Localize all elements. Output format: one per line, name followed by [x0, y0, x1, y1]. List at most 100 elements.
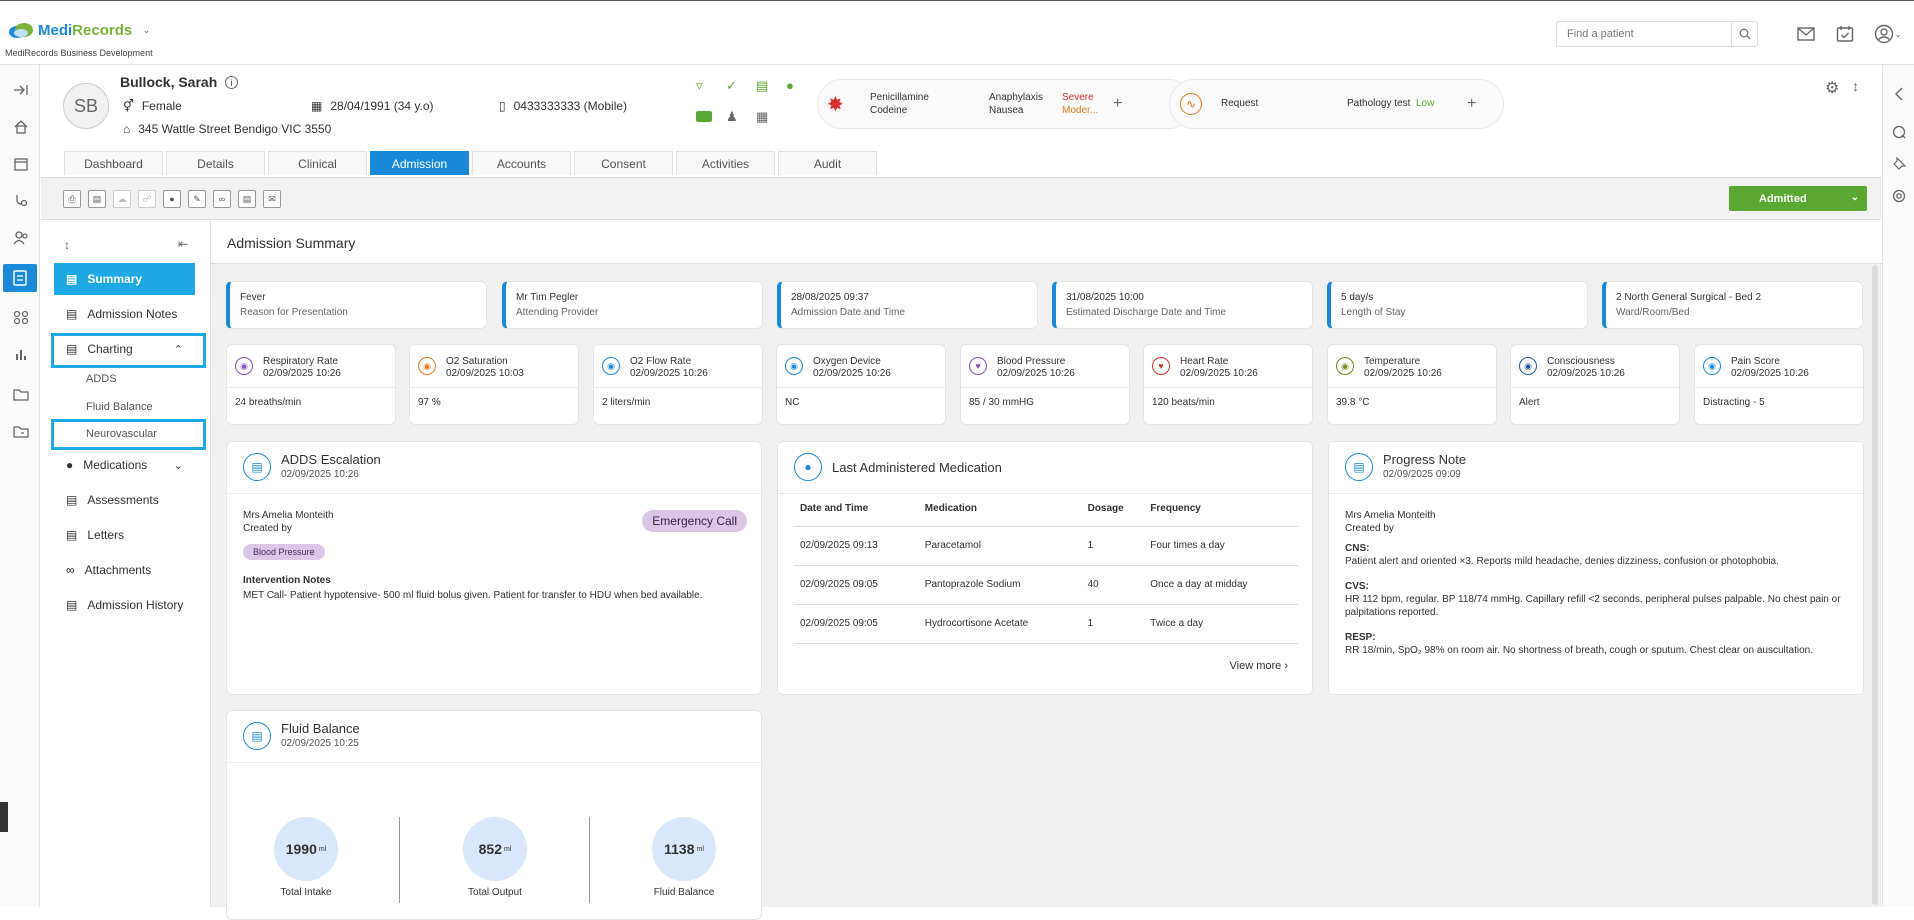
stethoscope-icon[interactable]: [10, 190, 32, 212]
print-icon[interactable]: ⎙: [63, 190, 81, 208]
progress-note-card: ▤ Progress Note 02/09/2025 09:09 Mrs Ameli…: [1328, 441, 1864, 695]
folder-icon[interactable]: [10, 383, 32, 405]
table-header-row: Date and Time Medication Dosage Frequency: [794, 492, 1298, 527]
add-allergy-button[interactable]: +: [1113, 95, 1122, 113]
heart-icon: ♥: [969, 357, 987, 375]
chevron-left-icon[interactable]: [1888, 83, 1910, 105]
fluid-balance-label: Fluid Balance: [653, 887, 715, 898]
cloud-icon[interactable]: ☁: [113, 190, 131, 208]
mail-icon[interactable]: [1795, 23, 1817, 45]
patients-icon[interactable]: [10, 227, 32, 249]
expand-icon[interactable]: [10, 79, 32, 101]
patient-search-input[interactable]: Find a patient: [1556, 21, 1758, 47]
tab-activities[interactable]: Activities: [676, 151, 775, 175]
severity-list: Severe Moder...: [1062, 92, 1099, 116]
chat-icon[interactable]: [1888, 121, 1910, 143]
main-scrollbar[interactable]: [1872, 265, 1878, 905]
edit-icon[interactable]: ✎: [188, 190, 206, 208]
collapse-panel-icon[interactable]: ⇤: [178, 237, 188, 251]
pill-icon[interactable]: ●: [163, 190, 181, 208]
attachment-icon[interactable]: ∞: [213, 190, 231, 208]
calendar-check-icon[interactable]: [1834, 23, 1856, 45]
groups-icon[interactable]: [10, 306, 32, 328]
side-handle[interactable]: [0, 802, 8, 832]
tab-admission[interactable]: Admission: [370, 151, 469, 175]
people-icon[interactable]: ♟: [726, 109, 738, 125]
logo-icon: [9, 23, 33, 38]
reports-icon[interactable]: [10, 343, 32, 365]
at-icon[interactable]: [1888, 185, 1910, 207]
adds-escalation-card: ▤ ADDS Escalation 02/09/2025 10:26 Mrs Ame…: [226, 441, 762, 695]
nav-admission-history[interactable]: ▤ Admission History: [54, 589, 195, 621]
table-row[interactable]: 02/09/2025 09:05 Hydrocortisone Acetate 1 T…: [794, 604, 1298, 644]
app-logo[interactable]: MediRecords ⌄ MediRecords Business Devel…: [5, 21, 153, 59]
nav-fluid-balance[interactable]: Fluid Balance: [86, 401, 153, 413]
pin-icon[interactable]: [1888, 153, 1910, 175]
tab-clinical[interactable]: Clinical: [268, 151, 367, 175]
vital-card[interactable]: ◉ Temperature 02/09/2025 10:26 39.8 °C: [1327, 344, 1497, 425]
clipboard-icon[interactable]: ▤: [756, 78, 768, 94]
collapse-all-icon[interactable]: ↕: [64, 238, 70, 252]
total-intake-value: 1990 ml: [274, 817, 338, 881]
tab-details[interactable]: Details: [166, 151, 265, 175]
allergy-panel[interactable]: ✸ Penicillamine Codeine Anaphylaxis Nausea…: [817, 79, 1194, 129]
settings-icon[interactable]: ⚙: [1825, 78, 1839, 98]
divider: [589, 817, 590, 903]
note-icon: ▤: [1345, 453, 1373, 481]
calendar-icon[interactable]: [10, 153, 32, 175]
summary-icon: ▤: [66, 272, 78, 286]
admission-status-dropdown[interactable]: Admitted ⌄: [1729, 186, 1867, 211]
calendar-icon[interactable]: ▦: [756, 109, 768, 125]
nav-assessments[interactable]: ▤ Assessments: [54, 484, 195, 516]
bed-icon[interactable]: ▤: [238, 190, 256, 208]
link-icon[interactable]: ☍: [138, 190, 156, 208]
chevron-down-icon[interactable]: ⌄: [142, 25, 150, 36]
check-icon[interactable]: ✓: [726, 78, 737, 94]
table-row[interactable]: 02/09/2025 09:13 Paracetamol 1 Four times a…: [794, 526, 1298, 566]
chevron-down-icon: ⌄: [173, 459, 183, 472]
request-panel[interactable]: ∿ Request Pathology test Low +: [1169, 79, 1504, 129]
patient-avatar: SB: [63, 83, 109, 129]
user-menu-icon[interactable]: ⌄: [1873, 23, 1903, 45]
folder-export-icon[interactable]: [10, 420, 32, 442]
tab-audit[interactable]: Audit: [778, 151, 877, 175]
home-icon: ⌂: [123, 122, 131, 136]
vital-card[interactable]: ◉ O2 Saturation 02/09/2025 10:03 97 %: [409, 344, 579, 425]
person-icon[interactable]: ●: [786, 78, 794, 93]
nav-medications[interactable]: ● Medications ⌄: [54, 449, 195, 481]
admission-icon[interactable]: [3, 264, 37, 292]
vital-card[interactable]: ◉ Respiratory Rate 02/09/2025 10:26 24 brea…: [226, 344, 396, 425]
nav-summary[interactable]: ▤ Summary: [54, 263, 195, 295]
mail-icon[interactable]: ✉: [263, 190, 281, 208]
info-icon[interactable]: i: [225, 76, 239, 89]
document-icon[interactable]: ▤: [88, 190, 106, 208]
nav-adds[interactable]: ADDS: [86, 373, 117, 385]
vital-card[interactable]: ♥ Blood Pressure 02/09/2025 10:26 85 / 30 m…: [960, 344, 1130, 425]
view-more-link[interactable]: View more ›: [1230, 660, 1289, 672]
home-icon[interactable]: [10, 116, 32, 138]
filter-icon[interactable]: ▿: [696, 78, 703, 94]
vital-card[interactable]: ◉ O2 Flow Rate 02/09/2025 10:26 2 liters/mi…: [593, 344, 763, 425]
vital-card[interactable]: ♥ Heart Rate 02/09/2025 10:26 120 beats/min: [1143, 344, 1313, 425]
vital-card[interactable]: ◉ Consciousness 02/09/2025 10:26 Alert: [1510, 344, 1680, 425]
search-icon[interactable]: [1731, 22, 1757, 46]
vital-card[interactable]: ◉ Oxygen Device 02/09/2025 10:26 NC: [776, 344, 946, 425]
tab-consent[interactable]: Consent: [574, 151, 673, 175]
nav-admission-notes[interactable]: ▤ Admission Notes: [54, 298, 195, 330]
vital-card[interactable]: ◉ Pain Score 02/09/2025 10:26 Distracting -…: [1694, 344, 1864, 425]
app-subtitle: MediRecords Business Development: [5, 48, 153, 58]
nav-letters[interactable]: ▤ Letters: [54, 519, 195, 551]
tab-accounts[interactable]: Accounts: [472, 151, 571, 175]
collapse-icon[interactable]: ↕: [1852, 78, 1859, 94]
card-icon[interactable]: [696, 111, 712, 122]
medication-card: ● Last Administered Medication Date and T…: [777, 441, 1313, 695]
tab-dashboard[interactable]: Dashboard: [64, 151, 163, 175]
table-row[interactable]: 02/09/2025 09:05 Pantoprazole Sodium 40 Onc…: [794, 565, 1298, 605]
add-request-button[interactable]: +: [1467, 95, 1476, 113]
allergy-list: Penicillamine Codeine: [870, 92, 929, 116]
notes-icon: ▤: [66, 307, 78, 321]
brain-icon: ◉: [1519, 357, 1537, 375]
clipboard-icon: ▤: [243, 722, 271, 750]
nav-attachments[interactable]: ∞ Attachments: [54, 554, 195, 586]
total-intake-label: Total Intake: [280, 887, 332, 898]
